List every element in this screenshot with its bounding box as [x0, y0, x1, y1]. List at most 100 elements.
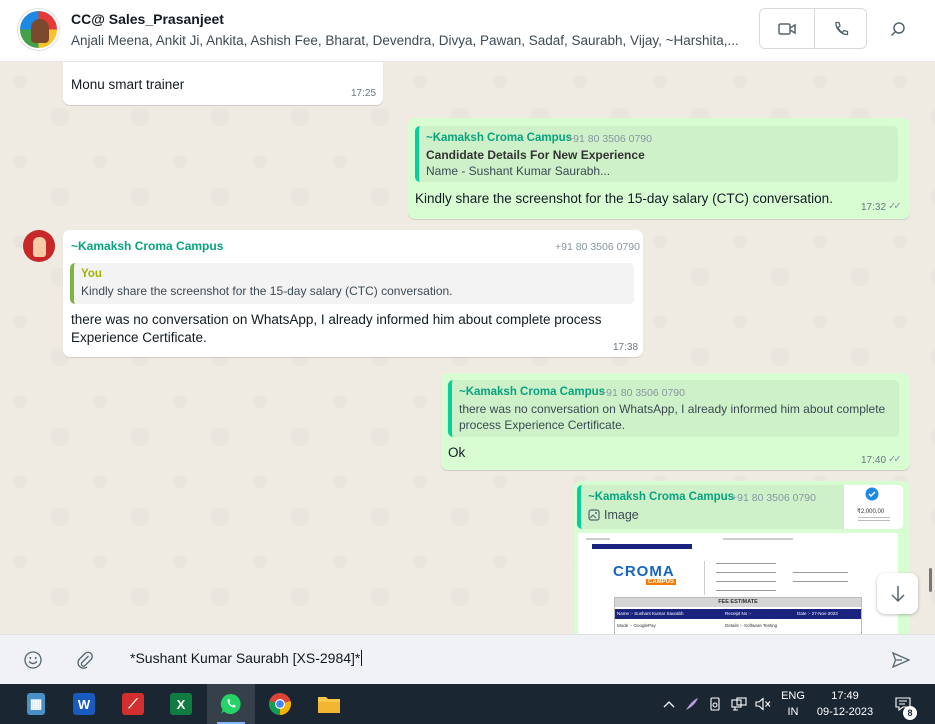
message-bubble-outgoing[interactable]: ~Kamaksh Croma Campus +91 80 3506 0790 t…: [441, 373, 910, 470]
call-buttons: [759, 8, 867, 49]
message-text: there was no conversation on WhatsApp, I…: [71, 312, 602, 327]
quoted-message[interactable]: You Kindly share the screenshot for the …: [70, 263, 634, 304]
message-time: 17:32: [861, 202, 887, 213]
quote-line: there was no conversation on WhatsApp, I…: [459, 402, 886, 416]
clock-time: 17:49: [831, 690, 859, 702]
quote-line: process Experience Certificate.: [459, 418, 626, 432]
message-text: Experience Certificate.: [71, 330, 207, 345]
quote-phone: +91 80 3506 0790: [731, 492, 816, 504]
text-cursor: [361, 650, 363, 666]
read-receipt-icon: ✓✓: [888, 454, 902, 465]
region-code: IN: [787, 706, 799, 718]
image-thumbnail[interactable]: ₹2,000.00: [844, 485, 903, 529]
fee-table: FEE ESTIMATE Name :- Sushant Kumar Saura…: [614, 597, 862, 634]
taskbar-excel[interactable]: X: [157, 684, 205, 724]
check-circle-icon: [865, 487, 879, 501]
tray-pen-icon[interactable]: [683, 684, 701, 724]
message-bubble-outgoing[interactable]: ~Kamaksh Croma Campus +91 80 3506 0790 I…: [574, 481, 910, 634]
excel-icon: X: [170, 693, 192, 715]
doc-header-bar: [592, 544, 692, 549]
language-code: ENG: [781, 690, 805, 702]
doc-contact-lines-2: [793, 572, 848, 586]
message-input[interactable]: *Sushant Kumar Saurabh [XS-2984]*: [130, 650, 363, 666]
emoji-button[interactable]: [20, 647, 46, 673]
group-members[interactable]: Anjali Meena, Ankit Ji, Ankita, Ashish F…: [71, 33, 741, 48]
taskbar-chrome[interactable]: [256, 684, 304, 724]
search-button[interactable]: [882, 13, 914, 45]
taskbar-acrobat[interactable]: ⟋: [109, 684, 157, 724]
cell-text: Mode :- GooglePay: [617, 623, 656, 628]
compose-bar: *Sushant Kumar Saurabh [XS-2984]*: [0, 634, 935, 684]
attached-document-image[interactable]: CROMA CAMPUS FEE ESTIMATE Name :- Sushan…: [578, 533, 898, 634]
cell-text: Date :- 27-Nov-2023: [797, 611, 838, 616]
tray-volume-icon[interactable]: [753, 684, 773, 724]
volume-muted-icon: [755, 697, 771, 711]
send-button[interactable]: [887, 647, 915, 673]
doc-contact-lines: [716, 563, 776, 593]
folder-icon: [318, 697, 340, 713]
croma-logo-sub: CAMPUS: [646, 579, 677, 585]
chat-header[interactable]: CC@ Sales_Prasanjeet Anjali Meena, Ankit…: [0, 0, 935, 62]
taskbar-word[interactable]: W: [60, 684, 108, 724]
message-input-text: *Sushant Kumar Saurabh [XS-2984]*: [130, 650, 361, 666]
video-call-button[interactable]: [760, 9, 814, 48]
device-icon: [710, 697, 720, 711]
message-time: 17:25: [351, 88, 377, 99]
message-list[interactable]: Monu smart trainer 17:25 ~Kamaksh Croma …: [0, 62, 935, 634]
system-clock[interactable]: 17:49 09-12-2023: [813, 688, 877, 720]
tray-network-icon[interactable]: [729, 684, 749, 724]
sender-avatar[interactable]: [23, 230, 55, 262]
cell-text: Receipt No :-: [725, 611, 752, 616]
taskbar-calculator[interactable]: ▦: [12, 684, 60, 724]
croma-logo: CROMA: [613, 563, 675, 580]
cell-text: Details :- Software Testing: [725, 623, 778, 628]
quote-phone: +91 80 3506 0790: [600, 387, 685, 399]
quote-line: Kindly share the screenshot for the 15-d…: [81, 284, 453, 298]
attach-button[interactable]: [72, 647, 98, 673]
quoted-message[interactable]: ~Kamaksh Croma Campus +91 80 3506 0790 I…: [577, 485, 903, 529]
sender-phone: +91 80 3506 0790: [555, 241, 640, 253]
message-bubble-outgoing[interactable]: ~Kamaksh Croma Campus +91 80 3506 0790 C…: [408, 118, 910, 219]
message-text: Kindly share the screenshot for the 15-d…: [415, 191, 833, 206]
scroll-to-bottom-button[interactable]: [877, 573, 918, 614]
voice-call-button[interactable]: [815, 9, 867, 48]
send-icon: [892, 652, 910, 668]
taskbar-file-explorer[interactable]: [305, 684, 353, 724]
chevron-up-icon: [663, 701, 675, 708]
feather-icon: [686, 698, 698, 710]
doc-header-text: [723, 538, 793, 540]
network-icon: [731, 697, 747, 711]
video-camera-icon: [778, 22, 796, 35]
show-hidden-icons-button[interactable]: [660, 684, 678, 724]
quoted-message[interactable]: ~Kamaksh Croma Campus +91 80 3506 0790 t…: [448, 380, 899, 437]
quote-author: You: [81, 268, 102, 280]
chat-title[interactable]: CC@ Sales_Prasanjeet: [71, 11, 224, 27]
windows-taskbar: ▦ W ⟋ X ENG IN 17:49 09-12-2023 8: [0, 684, 935, 724]
emoji-icon: [24, 651, 42, 669]
tray-device-icon[interactable]: [706, 684, 724, 724]
quote-author: ~Kamaksh Croma Campus: [588, 491, 735, 503]
doc-divider: [704, 561, 705, 595]
doc-top-left-text: [586, 538, 610, 540]
logo-brand: CROMA: [613, 563, 675, 580]
word-icon: W: [73, 693, 95, 715]
message-text: Ok: [448, 445, 466, 460]
scrollbar-thumb[interactable]: [929, 568, 932, 592]
fee-table-title: FEE ESTIMATE: [615, 598, 861, 607]
sender-name[interactable]: ~Kamaksh Croma Campus: [71, 239, 223, 253]
read-receipt-icon: ✓✓: [888, 201, 902, 212]
fee-table-row: Name :- Sushant Kumar Saurabh Receipt No…: [615, 609, 861, 619]
chrome-icon: [269, 693, 291, 715]
message-bubble-incoming[interactable]: ~Kamaksh Croma Campus +91 80 3506 0790 Y…: [63, 230, 643, 357]
taskbar-whatsapp[interactable]: [207, 684, 255, 724]
group-avatar[interactable]: [18, 9, 59, 50]
quote-author: ~Kamaksh Croma Campus: [459, 386, 606, 398]
quote-phone: +91 80 3506 0790: [567, 133, 652, 145]
quote-author: ~Kamaksh Croma Campus: [426, 132, 573, 144]
thumbnail-amount: ₹2,000.00: [857, 509, 885, 515]
message-bubble-incoming[interactable]: Monu smart trainer 17:25: [63, 62, 383, 105]
image-icon: [588, 509, 600, 521]
calculator-icon: ▦: [27, 693, 45, 715]
quoted-message[interactable]: ~Kamaksh Croma Campus +91 80 3506 0790 C…: [415, 126, 898, 182]
input-language[interactable]: ENG IN: [776, 688, 810, 720]
